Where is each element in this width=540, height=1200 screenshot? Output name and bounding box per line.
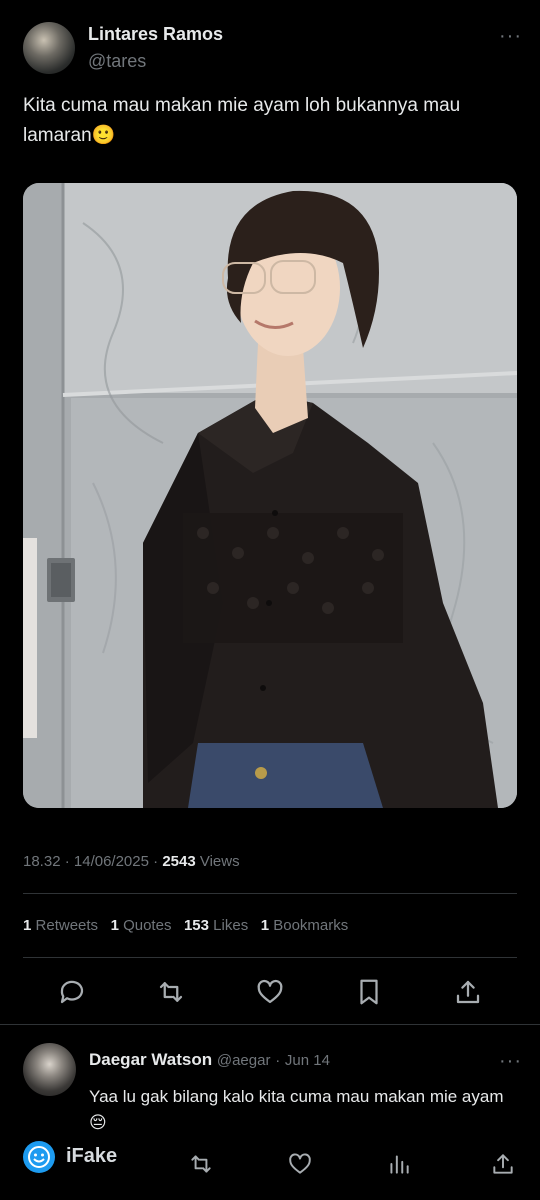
divider (0, 1024, 540, 1025)
like-icon[interactable] (255, 977, 285, 1007)
stats-row: 1 Retweets 1 Quotes 153 Likes 1 Bookmark… (23, 917, 348, 934)
retweets-stat[interactable]: 1 Retweets (23, 917, 98, 934)
tweet-meta: 18.32 · 14/06/2025 · 2543 Views (23, 853, 240, 870)
meta-separator: · (64, 853, 74, 870)
likes-stat[interactable]: 153 Likes (184, 917, 248, 934)
divider (23, 957, 517, 958)
reply-text: Yaa lu gak bilang kalo kita cuma mau mak… (89, 1087, 504, 1132)
reply-views-icon[interactable] (386, 1151, 412, 1177)
views-count: 2543 (162, 853, 196, 870)
photo-illustration (23, 183, 517, 808)
retweet-icon[interactable] (156, 977, 186, 1007)
bookmarks-stat[interactable]: 1 Bookmarks (261, 917, 349, 934)
tweet-date: 14/06/2025 (73, 853, 149, 870)
divider (23, 893, 517, 894)
share-icon[interactable] (453, 977, 483, 1007)
author-handle[interactable]: @tares (88, 51, 146, 72)
meta-separator: · (153, 853, 163, 870)
reply-retweet-icon[interactable] (188, 1151, 214, 1177)
reply-like-icon[interactable] (287, 1151, 313, 1177)
more-options-icon[interactable]: ··· (499, 26, 522, 46)
reply-header: Daegar Watson @aegar · Jun 14 (89, 1050, 330, 1070)
quotes-stat[interactable]: 1 Quotes (111, 917, 172, 934)
tweet-text: Kita cuma mau makan mie ayam loh bukanny… (23, 95, 461, 146)
bookmark-icon[interactable] (354, 977, 384, 1007)
reply-icon[interactable] (57, 977, 87, 1007)
reply-date[interactable]: Jun 14 (285, 1052, 330, 1069)
watermark-badge-icon (23, 1141, 55, 1173)
reply-author-handle[interactable]: @aegar (217, 1052, 271, 1069)
watermark-text: iFake (66, 1145, 118, 1167)
tweet-time: 18.32 (23, 853, 61, 870)
author-avatar[interactable] (23, 22, 75, 74)
reply-avatar[interactable] (23, 1043, 76, 1096)
tweet-photo[interactable] (23, 183, 517, 808)
reply-share-icon[interactable] (490, 1151, 516, 1177)
author-name[interactable]: Lintares Ramos (88, 24, 223, 45)
reply-author-name[interactable]: Daegar Watson (89, 1050, 212, 1069)
reply-more-options-icon[interactable]: ··· (499, 1051, 522, 1071)
reply-separator: · (275, 1052, 281, 1069)
views-label: Views (199, 853, 240, 870)
